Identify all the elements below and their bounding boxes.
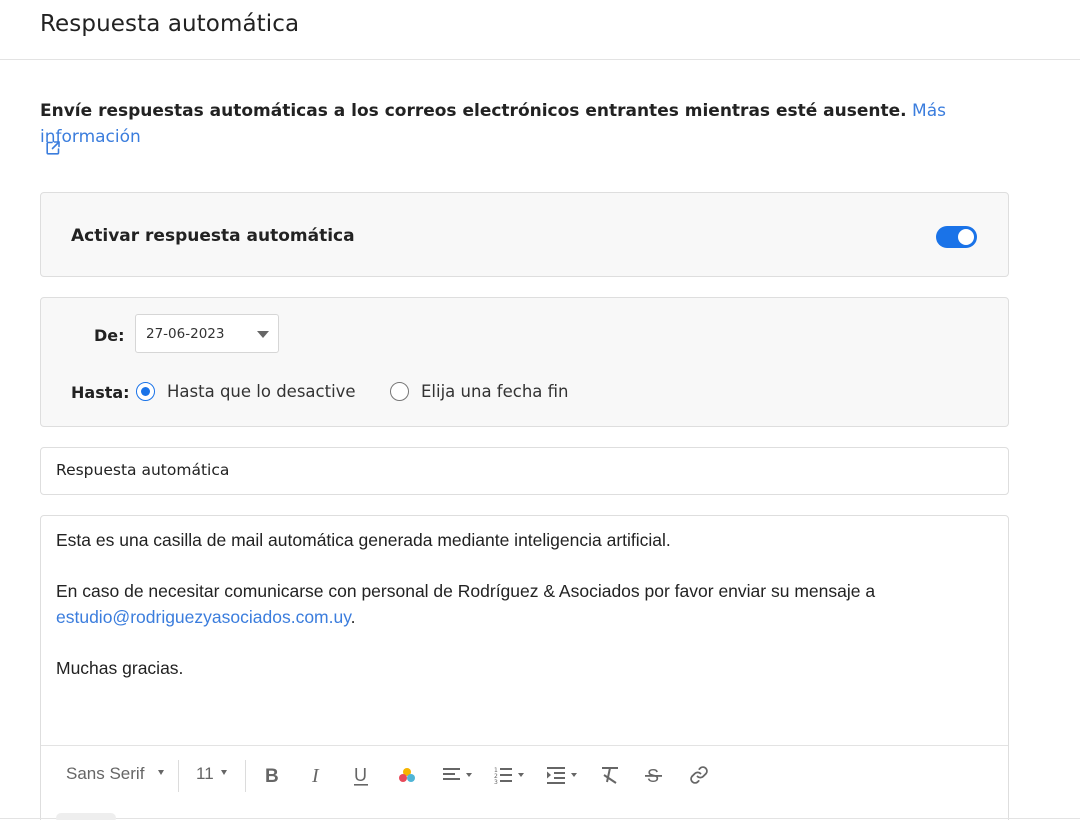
bold-icon[interactable]: B — [263, 764, 281, 788]
from-date-value: 27-06-2023 — [146, 326, 225, 342]
font-family-value: Sans Serif — [66, 764, 145, 783]
align-icon[interactable] — [442, 764, 474, 788]
message-line: Muchas gracias. — [56, 657, 184, 678]
external-link-icon[interactable] — [44, 139, 62, 157]
font-size-select[interactable]: 11 — [196, 764, 227, 788]
radio-label: Elija una fecha fin — [421, 382, 569, 401]
from-label: De: — [94, 326, 125, 345]
formatting-toolbar: Sans Serif 11 B I U 1 2 3 S — [41, 745, 1008, 805]
underline-icon[interactable]: U — [352, 764, 370, 788]
color-icon[interactable] — [397, 764, 417, 788]
bottom-button-edge[interactable] — [56, 813, 116, 820]
auto-reply-toggle[interactable] — [936, 226, 977, 248]
from-date-select[interactable]: 27-06-2023 — [135, 314, 279, 353]
font-size-value: 11 — [196, 764, 214, 783]
clear-format-icon[interactable] — [600, 764, 620, 788]
page-title: Respuesta automática — [40, 11, 300, 37]
radio-selected-icon[interactable] — [136, 382, 155, 401]
date-range-card: De: 27-06-2023 Hasta: Hasta que lo desac… — [40, 297, 1009, 427]
svg-text:U: U — [354, 765, 367, 785]
message-line: En caso de necesitar comunicarse con per… — [56, 579, 986, 630]
chevron-down-icon — [257, 331, 269, 338]
chevron-down-icon — [158, 770, 164, 775]
bottom-divider — [0, 818, 1080, 819]
intro-text: Envíe respuestas automáticas a los corre… — [40, 101, 907, 121]
toggle-knob — [958, 229, 974, 245]
indent-icon[interactable] — [546, 764, 580, 788]
svg-text:I: I — [311, 765, 320, 786]
message-text: En caso de necesitar comunicarse con per… — [56, 581, 876, 601]
until-label: Hasta: — [71, 383, 130, 402]
intro-paragraph: Envíe respuestas automáticas a los corre… — [40, 98, 1040, 150]
page-header: Respuesta automática — [0, 0, 1080, 60]
font-family-select[interactable]: Sans Serif — [66, 764, 164, 788]
svg-text:B: B — [265, 766, 279, 786]
numbered-list-icon[interactable]: 1 2 3 — [494, 764, 526, 788]
svg-text:3: 3 — [494, 779, 498, 786]
chevron-down-icon — [221, 770, 227, 775]
message-editor[interactable]: Esta es una casilla de mail automática g… — [40, 515, 1009, 820]
strikethrough-icon[interactable]: S — [644, 764, 664, 788]
link-icon[interactable] — [688, 764, 710, 788]
email-suffix: . — [350, 606, 356, 627]
italic-icon[interactable]: I — [309, 764, 325, 788]
auto-reply-card: Activar respuesta automática — [40, 192, 1009, 277]
subject-input[interactable] — [56, 461, 986, 479]
subject-field[interactable] — [40, 447, 1009, 495]
message-body[interactable]: Esta es una casilla de mail automática g… — [56, 528, 986, 681]
email-link[interactable]: estudio@rodriguezyasociados.com.uy — [56, 607, 351, 627]
radio-label: Hasta que lo desactive — [167, 382, 356, 401]
radio-unselected-icon[interactable] — [390, 382, 409, 401]
auto-reply-label: Activar respuesta automática — [71, 226, 355, 246]
message-line: Esta es una casilla de mail automática g… — [56, 530, 671, 550]
